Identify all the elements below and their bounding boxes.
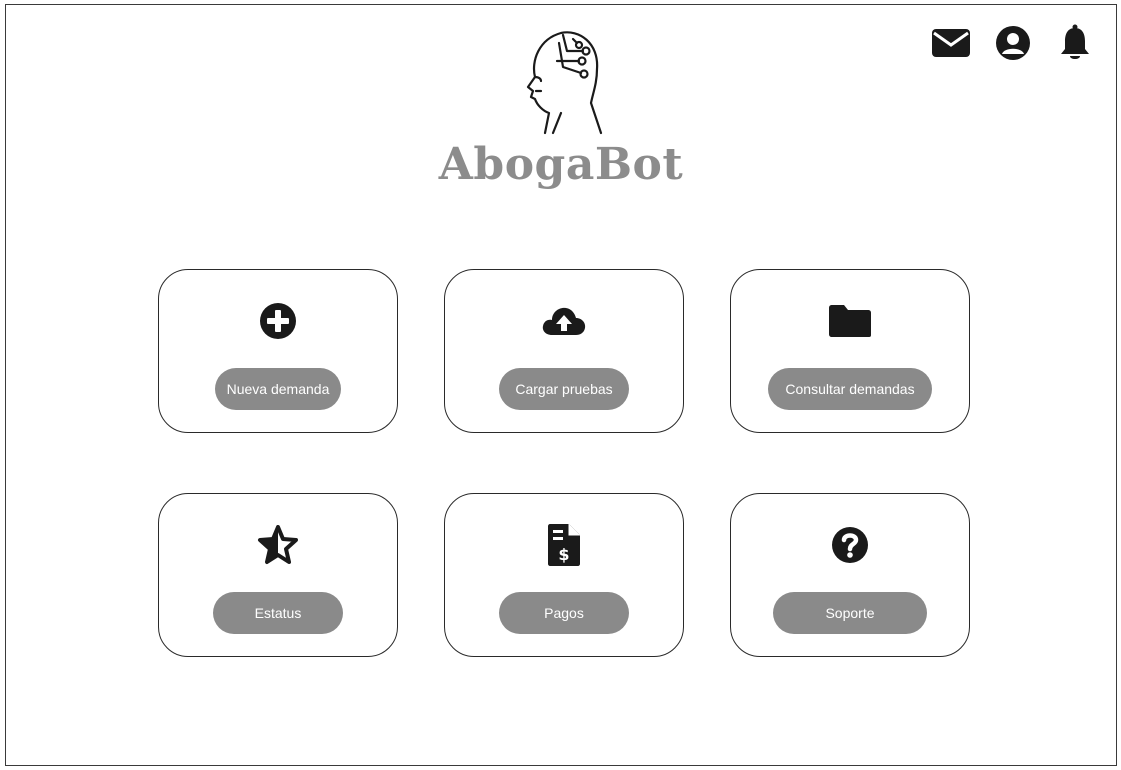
folder-icon [829,305,871,337]
half-star-icon [258,525,298,564]
plus-circle-icon [260,303,296,339]
consultar-demandas-button[interactable]: Consultar demandas [768,368,932,410]
card-nueva-demanda[interactable]: Nueva demanda [158,269,398,433]
pagos-button[interactable]: Pagos [499,592,629,634]
app-frame: AbogaBot Nueva demanda Cargar pruebas Co… [5,4,1117,766]
card-cargar-pruebas[interactable]: Cargar pruebas [444,269,684,433]
estatus-button[interactable]: Estatus [213,592,343,634]
brand-logo: AbogaBot [6,21,1116,187]
card-estatus[interactable]: Estatus [158,493,398,657]
invoice-dollar-icon: $ [548,524,580,566]
svg-text:$: $ [558,545,569,564]
cloud-upload-icon [542,307,586,335]
card-soporte[interactable]: Soporte [730,493,970,657]
menu-grid: Nueva demanda Cargar pruebas Consultar d… [158,269,970,657]
question-circle-icon [832,527,868,563]
brand-name: AbogaBot [438,139,684,190]
card-pagos[interactable]: $ Pagos [444,493,684,657]
nueva-demanda-button[interactable]: Nueva demanda [214,368,342,410]
card-consultar-demandas[interactable]: Consultar demandas [730,269,970,433]
ai-head-circuit-icon [526,31,603,135]
cargar-pruebas-button[interactable]: Cargar pruebas [499,368,629,410]
soporte-button[interactable]: Soporte [773,592,927,634]
